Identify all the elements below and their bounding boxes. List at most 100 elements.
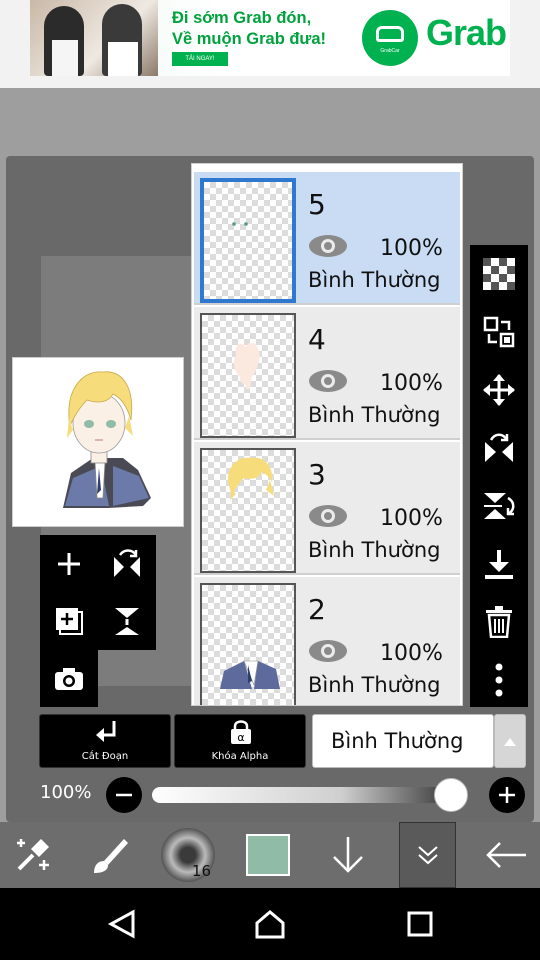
eye-icon[interactable] — [308, 369, 348, 393]
transfer-button[interactable] — [470, 303, 528, 361]
layer-row-3[interactable]: 3 100% Bình Thường — [194, 442, 460, 575]
arrow-left-icon — [486, 842, 526, 868]
recents-icon — [407, 911, 433, 937]
layer-down-button[interactable] — [320, 822, 376, 888]
opacity-slider[interactable] — [152, 787, 468, 803]
camera-icon — [55, 667, 83, 690]
nav-back-button[interactable] — [72, 888, 172, 960]
transparency-button[interactable] — [470, 245, 528, 303]
car-icon — [376, 26, 404, 42]
brush-size-button[interactable]: 16 — [160, 822, 216, 888]
opacity-value: 100% — [40, 782, 92, 803]
nav-recents-button[interactable] — [370, 888, 470, 960]
layer-blend-mode: Bình Thường — [308, 403, 441, 427]
home-icon — [255, 910, 285, 939]
layer-thumbnail — [200, 313, 296, 438]
flip-vertical-icon — [484, 493, 515, 519]
svg-text:α: α — [237, 731, 244, 744]
flip-vertical-button[interactable] — [470, 477, 528, 535]
merge-button[interactable] — [470, 535, 528, 593]
grabcar-badge: GrabCar — [362, 10, 418, 66]
lock-icon: α — [231, 720, 251, 744]
layer-tools-grid — [40, 535, 156, 650]
blend-mode-select[interactable]: Bình Thường — [312, 714, 494, 768]
more-icon — [495, 663, 503, 697]
layer-number: 5 — [308, 188, 326, 221]
download-icon — [485, 550, 513, 579]
alpha-lock-button[interactable]: α Khóa Alpha — [174, 714, 306, 768]
flip-horizontal-button[interactable] — [470, 419, 528, 477]
brush-tool[interactable] — [84, 822, 136, 888]
arrow-down-icon — [333, 837, 363, 873]
layer-row-2[interactable]: 2 100% Bình Thường — [194, 577, 460, 705]
plus-icon — [58, 552, 80, 575]
eye-icon[interactable] — [308, 234, 348, 258]
color-button[interactable] — [240, 822, 296, 888]
camera-tool — [40, 650, 98, 707]
transfer-icon — [483, 316, 515, 348]
delete-layer-button[interactable] — [470, 593, 528, 651]
opacity-increase-button[interactable] — [489, 777, 525, 813]
badge-caption: GrabCar — [380, 48, 400, 54]
current-color-swatch — [246, 834, 290, 876]
back-button[interactable] — [476, 822, 536, 888]
alpha-lock-label: Khóa Alpha — [211, 751, 269, 762]
layer-thumbnail — [200, 448, 296, 573]
blend-mode-dropdown[interactable] — [494, 714, 526, 768]
move-button[interactable] — [470, 361, 528, 419]
merge-down-icon — [115, 607, 139, 635]
minus-icon — [116, 793, 132, 797]
transform-tool[interactable] — [8, 822, 58, 888]
move-icon — [483, 374, 515, 406]
grab-logo: Grab — [426, 12, 507, 53]
system-navbar — [0, 888, 540, 960]
add-layer-button[interactable] — [40, 535, 98, 592]
ad-photo — [30, 0, 158, 76]
ad-content[interactable]: Đi sớm Grab đón, Về muộn Grab đưa! TẢI N… — [30, 0, 510, 76]
clipping-arrow-icon — [96, 721, 116, 742]
double-chevron-down-icon — [417, 846, 438, 865]
canvas-preview — [12, 357, 184, 527]
flip-horizontal-icon — [485, 433, 513, 462]
layer-opacity: 100% — [380, 236, 443, 261]
flip-layer-button[interactable] — [98, 535, 156, 592]
character-drawing — [63, 371, 151, 508]
layer-opacity: 100% — [380, 641, 443, 666]
flip-layer-icon — [114, 548, 140, 577]
layer-number: 4 — [308, 323, 326, 356]
brush-icon — [94, 839, 128, 873]
layer-opacity: 100% — [380, 371, 443, 396]
chevron-up-icon — [504, 738, 516, 746]
layer-row-5[interactable]: 5 100% Bình Thường — [194, 172, 460, 305]
opacity-slider-knob[interactable] — [434, 778, 468, 812]
layer-row-4[interactable]: 4 100% Bình Thường — [194, 307, 460, 440]
ad-headline: Đi sớm Grab đón, Về muộn Grab đưa! — [172, 8, 326, 50]
ad-cta-button[interactable]: TẢI NGAY! — [172, 52, 228, 66]
layer-blend-mode: Bình Thường — [308, 673, 441, 697]
more-options-button[interactable] — [470, 651, 528, 709]
eye-icon[interactable] — [308, 639, 348, 663]
layer-thumbnail — [200, 178, 296, 303]
ad-headline-line1: Đi sớm Grab đón, — [172, 9, 312, 27]
ad-headline-line2: Về muộn Grab đưa! — [172, 30, 327, 48]
opacity-decrease-button[interactable] — [106, 777, 142, 813]
merge-down-button[interactable] — [98, 592, 156, 649]
duplicate-layer-button[interactable] — [40, 592, 98, 649]
clipping-label: Cắt Đoạn — [81, 751, 129, 762]
layer-opacity: 100% — [380, 506, 443, 531]
plus-icon — [499, 787, 515, 803]
layer-number: 2 — [308, 593, 326, 626]
right-toolbar — [470, 245, 528, 707]
nav-home-button[interactable] — [220, 888, 320, 960]
eye-icon[interactable] — [308, 504, 348, 528]
layers-panel[interactable]: 5 100% Bình Thường 4 100% Bình Thường 3 … — [191, 163, 463, 706]
layer-thumbnail — [200, 583, 296, 705]
layers-toggle-button[interactable] — [399, 822, 456, 888]
transform-icon — [17, 839, 49, 871]
checkerboard-icon — [483, 258, 515, 290]
camera-button[interactable] — [40, 650, 98, 707]
clipping-button[interactable]: Cắt Đoạn — [39, 714, 171, 768]
add-layer-icon — [56, 607, 83, 635]
ad-banner[interactable]: Đi sớm Grab đón, Về muộn Grab đưa! TẢI N… — [0, 0, 540, 88]
layer-blend-mode: Bình Thường — [308, 268, 441, 292]
